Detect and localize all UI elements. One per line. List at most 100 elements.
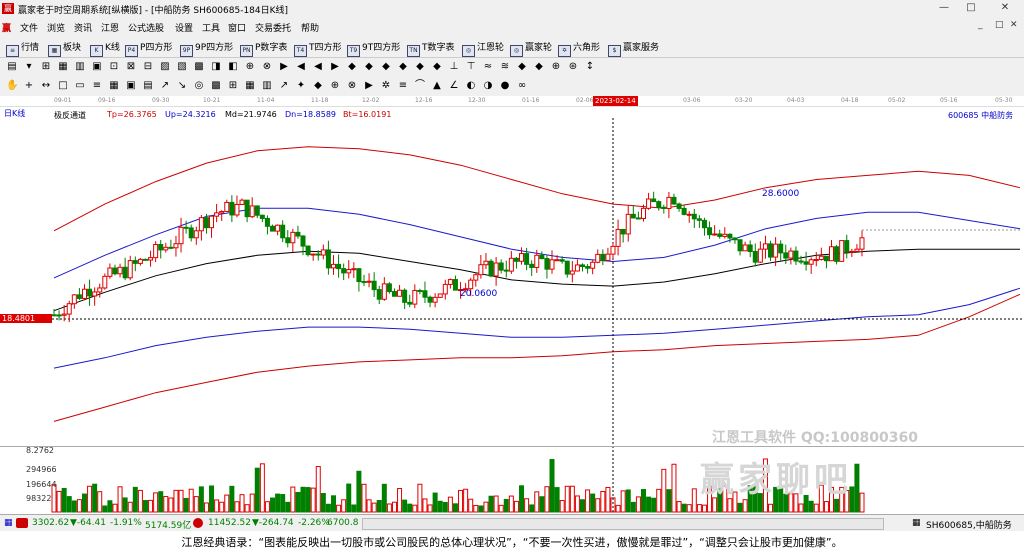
volume-bar [808,500,814,513]
kline-chart[interactable]: 28.6000 20.0600 [0,118,1024,446]
toolbar-button[interactable]: ⌒ [414,80,426,92]
toolbar-button[interactable]: ◆ [346,61,358,73]
toolbar-button[interactable]: ⊞ [227,80,239,92]
toolbar-button[interactable]: ⊞ [40,61,52,73]
toolbar-button[interactable]: ▦ [57,61,69,73]
menu-tools[interactable]: 工具 [202,21,220,34]
status-scroll[interactable] [362,518,884,530]
toolbar-button[interactable]: ↗ [159,80,171,92]
toolbar-button[interactable]: ⊟ [142,61,154,73]
candle-body [534,254,540,268]
toolbar-button[interactable]: ● [499,80,511,92]
toolbar-button[interactable]: ▣ [125,80,137,92]
toolbar-button[interactable]: ◆ [516,61,528,73]
volume-chart[interactable] [0,446,1024,514]
toolbar-button[interactable]: ▨ [159,61,171,73]
menu-gann[interactable]: 江恩 [101,21,119,34]
mdi-restore-button[interactable]: □ [995,20,1004,30]
toolbar-button[interactable]: ↘ [176,80,188,92]
toolbar-button[interactable]: ▩ [210,80,222,92]
toolbar-button[interactable]: ◆ [312,80,324,92]
toolbar-button[interactable]: ◐ [465,80,477,92]
toolbar-button[interactable]: ▥ [74,61,86,73]
nav-9p-square[interactable]: 9P 9P四方形 [180,40,233,57]
menu-browse[interactable]: 浏览 [47,21,65,34]
nav-winner-wheel[interactable]: ◎ 赢家轮 [510,40,552,57]
close-button[interactable]: ✕ [998,2,1012,14]
nav-hexagon[interactable]: ✡ 六角形 [558,40,600,57]
toolbar-button[interactable]: + [23,80,35,92]
toolbar-button[interactable]: ⊗ [261,61,273,73]
toolbar-button[interactable]: ∠ [448,80,460,92]
toolbar-button[interactable]: ▤ [6,61,18,73]
nav-quotes[interactable]: ≡ 行情 [6,40,39,57]
toolbar-button[interactable]: ▶ [278,61,290,73]
nav-t-table[interactable]: TN T数字表 [407,40,455,57]
toolbar-button[interactable]: ⊕ [329,80,341,92]
toolbar-button[interactable]: ⊡ [108,61,120,73]
toolbar-button[interactable]: ◀ [312,61,324,73]
toolbar-button[interactable]: ↔ [40,80,52,92]
toolbar-button[interactable]: ▶ [363,80,375,92]
toolbar-button[interactable]: ✲ [380,80,392,92]
menu-info[interactable]: 资讯 [74,21,92,34]
nav-t-square[interactable]: T4 T四方形 [294,40,342,57]
toolbar-button[interactable]: □ [57,80,69,92]
toolbar-button[interactable]: ↗ [278,80,290,92]
toolbar-button[interactable]: ▭ [74,80,86,92]
nav-p-square[interactable]: P4 P四方形 [125,40,172,57]
toolbar-button[interactable]: ◆ [397,61,409,73]
toolbar-button[interactable]: ◨ [210,61,222,73]
menu-trade[interactable]: 交易委托 [255,21,291,34]
toolbar-button[interactable]: ◆ [431,61,443,73]
nav-gann-wheel[interactable]: ◎ 江恩轮 [462,40,504,57]
mdi-close-button[interactable]: ✕ [1010,20,1018,30]
toolbar-button[interactable]: ◑ [482,80,494,92]
menu-formula[interactable]: 公式选股 [128,21,164,34]
menu-help[interactable]: 帮助 [301,21,319,34]
toolbar-button[interactable]: ◆ [533,61,545,73]
toolbar-button[interactable]: ▦ [108,80,120,92]
toolbar-button[interactable]: ↕ [584,61,596,73]
toolbar-button[interactable]: ▩ [193,61,205,73]
toolbar-button[interactable]: ▤ [142,80,154,92]
maximize-button[interactable]: □ [964,2,978,14]
toolbar-button[interactable]: ⊠ [125,61,137,73]
toolbar-button[interactable]: ≡ [397,80,409,92]
mdi-minimize-button[interactable]: _ [978,20,983,30]
toolbar-button[interactable]: ▾ [23,61,35,73]
toolbar-button[interactable]: ▲ [431,80,443,92]
toolbar-button[interactable]: ✋ [6,80,18,92]
toolbar-button[interactable]: ◆ [414,61,426,73]
toolbar-button[interactable]: ∞ [516,80,528,92]
nav-9t-square[interactable]: T9 9T四方形 [347,40,400,57]
menu-window[interactable]: 窗口 [228,21,246,34]
menu-file[interactable]: 文件 [20,21,38,34]
nav-sectors[interactable]: ▦ 板块 [48,40,81,57]
toolbar-button[interactable]: ▧ [176,61,188,73]
toolbar-button[interactable]: ⊗ [346,80,358,92]
toolbar-button[interactable]: ◀ [295,61,307,73]
toolbar-button[interactable]: ≈ [482,61,494,73]
toolbar-button[interactable]: ⊤ [465,61,477,73]
toolbar-button[interactable]: ⊕ [550,61,562,73]
nav-kline[interactable]: K K线 [90,40,120,57]
toolbar-button[interactable]: ⊥ [448,61,460,73]
nav-p-table[interactable]: PN P数字表 [240,40,287,57]
toolbar-button[interactable]: ≋ [499,61,511,73]
toolbar-button[interactable]: ◆ [380,61,392,73]
menu-settings[interactable]: 设置 [175,21,193,34]
toolbar-button[interactable]: ▶ [329,61,341,73]
toolbar-button[interactable]: ◎ [193,80,205,92]
toolbar-button[interactable]: ⊛ [567,61,579,73]
toolbar-button[interactable]: ◆ [363,61,375,73]
minimize-button[interactable]: — [937,2,951,14]
nav-service[interactable]: $ 赢家服务 [608,40,659,57]
toolbar-button[interactable]: ⊕ [244,61,256,73]
toolbar-button[interactable]: ≡ [91,80,103,92]
toolbar-button[interactable]: ▣ [91,61,103,73]
toolbar-button[interactable]: ▦ [244,80,256,92]
toolbar-button[interactable]: ✦ [295,80,307,92]
toolbar-button[interactable]: ◧ [227,61,239,73]
toolbar-button[interactable]: ▥ [261,80,273,92]
